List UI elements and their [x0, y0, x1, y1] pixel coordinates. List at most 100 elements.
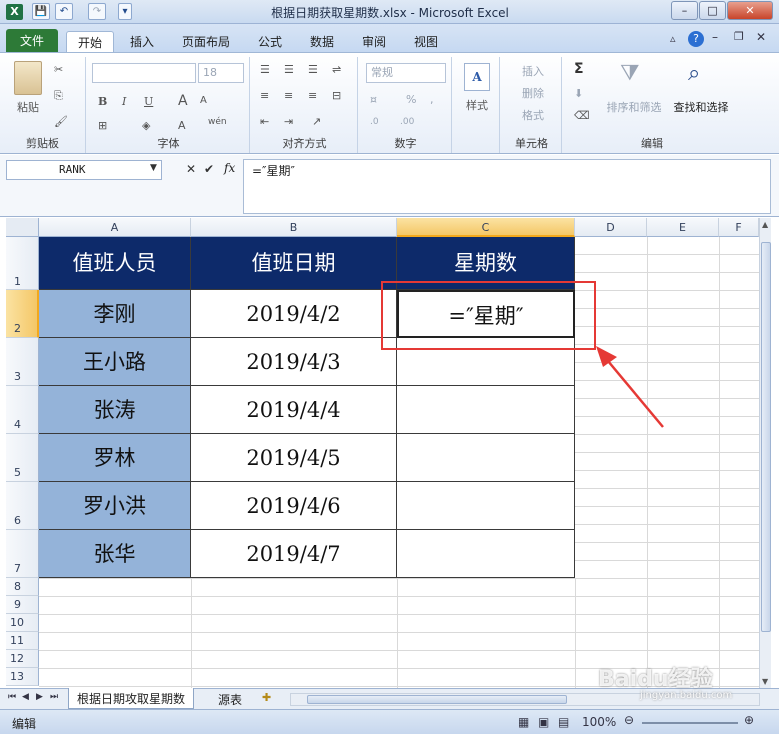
- underline-icon[interactable]: U: [144, 95, 153, 108]
- zoom-out-icon[interactable]: ⊖: [624, 713, 634, 727]
- name-box-dropdown-icon[interactable]: ▼: [150, 163, 157, 173]
- border-icon[interactable]: ⊞: [98, 119, 107, 132]
- weekday-cell[interactable]: [397, 386, 575, 434]
- phonetic-icon[interactable]: wén: [208, 117, 227, 127]
- sheet-tab-active[interactable]: 根据日期攻取星期数: [68, 688, 195, 709]
- header-cell-date[interactable]: 值班日期: [191, 237, 397, 290]
- sheet-nav-next-icon[interactable]: ▶: [36, 692, 43, 702]
- row-header[interactable]: 9: [6, 596, 39, 614]
- date-cell[interactable]: 2019/4/3: [191, 338, 397, 386]
- date-cell[interactable]: 2019/4/7: [191, 530, 397, 578]
- comma-icon[interactable]: ,: [430, 93, 434, 106]
- ribbon-collapse-icon[interactable]: ▵: [670, 32, 676, 45]
- undo-icon[interactable]: ↶: [55, 3, 73, 20]
- name-cell[interactable]: 张涛: [39, 386, 191, 434]
- increase-decimal-icon[interactable]: .0: [370, 117, 379, 127]
- bold-icon[interactable]: B: [98, 95, 107, 108]
- row-header[interactable]: 10: [6, 614, 39, 632]
- indent-decrease-icon[interactable]: ⇤: [260, 115, 269, 128]
- name-box[interactable]: RANK: [6, 160, 162, 180]
- vertical-scrollbar[interactable]: ▲ ▼: [759, 218, 771, 688]
- styles-button-label[interactable]: 样式: [456, 97, 498, 113]
- page-break-view-icon[interactable]: ▤: [558, 715, 569, 729]
- close-button[interactable]: ✕: [727, 1, 773, 20]
- font-name-combo[interactable]: [92, 63, 196, 83]
- weekday-cell[interactable]: [397, 434, 575, 482]
- date-cell[interactable]: 2019/4/5: [191, 434, 397, 482]
- sheet-nav-first-icon[interactable]: ⏮: [8, 692, 16, 702]
- date-cell[interactable]: 2019/4/4: [191, 386, 397, 434]
- indent-increase-icon[interactable]: ⇥: [284, 115, 293, 128]
- paste-icon[interactable]: [14, 61, 42, 95]
- workbook-close-icon[interactable]: ✕: [756, 30, 766, 44]
- scroll-up-icon[interactable]: ▲: [762, 220, 768, 229]
- row-header[interactable]: 12: [6, 650, 39, 668]
- tab-file[interactable]: 文件: [6, 29, 58, 53]
- tab-formulas[interactable]: 公式: [250, 31, 290, 53]
- italic-icon[interactable]: I: [122, 95, 126, 108]
- insert-function-icon[interactable]: fx: [224, 161, 235, 175]
- name-cell[interactable]: 罗小洪: [39, 482, 191, 530]
- row-header[interactable]: 8: [6, 578, 39, 596]
- tab-insert[interactable]: 插入: [120, 31, 164, 53]
- page-layout-view-icon[interactable]: ▣: [538, 715, 549, 729]
- format-cells-button[interactable]: 格式: [522, 107, 544, 123]
- shrink-font-icon[interactable]: A: [200, 95, 207, 106]
- scroll-thumb[interactable]: [761, 242, 771, 632]
- align-middle-icon[interactable]: ☰: [284, 63, 294, 76]
- row-header[interactable]: 11: [6, 632, 39, 650]
- name-cell[interactable]: 罗林: [39, 434, 191, 482]
- currency-icon[interactable]: ¤: [370, 93, 377, 106]
- column-header-a[interactable]: A: [39, 218, 191, 237]
- align-bottom-icon[interactable]: ☰: [308, 63, 318, 76]
- sort-filter-button[interactable]: 排序和筛选: [602, 99, 666, 115]
- fill-icon[interactable]: ⬇: [574, 87, 583, 100]
- normal-view-icon[interactable]: ▦: [518, 715, 529, 729]
- tab-data[interactable]: 数据: [300, 31, 344, 53]
- clear-icon[interactable]: ⌫: [574, 109, 590, 122]
- font-size-combo[interactable]: 18: [198, 63, 244, 83]
- workbook-restore-icon[interactable]: ❐: [734, 30, 744, 43]
- column-header-c[interactable]: C: [397, 218, 575, 237]
- column-header-e[interactable]: E: [647, 218, 719, 237]
- delete-cells-button[interactable]: 删除: [522, 85, 544, 101]
- minimize-button[interactable]: –: [671, 1, 698, 20]
- row-header[interactable]: 2: [6, 290, 39, 338]
- customize-toolbar-icon[interactable]: ▾: [118, 3, 132, 20]
- sheet-nav-last-icon[interactable]: ⏭: [50, 692, 58, 702]
- header-cell-staff[interactable]: 值班人员: [39, 237, 191, 290]
- name-cell[interactable]: 李刚: [39, 290, 191, 338]
- date-cell[interactable]: 2019/4/6: [191, 482, 397, 530]
- row-header[interactable]: 1: [6, 237, 39, 290]
- decrease-decimal-icon[interactable]: .00: [400, 117, 414, 127]
- tab-review[interactable]: 审阅: [352, 31, 396, 53]
- merge-icon[interactable]: ⊟: [332, 89, 341, 102]
- find-select-button[interactable]: 查找和选择: [668, 99, 734, 115]
- redo-icon[interactable]: ↷: [88, 3, 106, 20]
- tab-page-layout[interactable]: 页面布局: [172, 31, 240, 53]
- column-header-f[interactable]: F: [719, 218, 759, 237]
- row-header[interactable]: 3: [6, 338, 39, 386]
- insert-cells-button[interactable]: 插入: [522, 63, 544, 79]
- weekday-cell[interactable]: [397, 482, 575, 530]
- row-header[interactable]: 13: [6, 668, 39, 686]
- name-cell[interactable]: 王小路: [39, 338, 191, 386]
- paste-button-label[interactable]: 粘贴: [8, 99, 48, 115]
- zoom-in-icon[interactable]: ⊕: [744, 713, 754, 727]
- orientation-icon[interactable]: ↗: [312, 115, 321, 128]
- worksheet-grid[interactable]: A B C D E F 1 2 3 4 5 6 7 8 9 10 11 12 1…: [6, 218, 771, 688]
- autosum-icon[interactable]: Σ: [574, 61, 584, 77]
- number-format-combo[interactable]: 常规: [366, 63, 446, 83]
- tab-home[interactable]: 开始: [66, 31, 114, 53]
- formula-input[interactable]: =″星期″: [243, 159, 771, 214]
- sort-filter-icon[interactable]: ⧩: [620, 61, 640, 86]
- styles-icon[interactable]: A: [464, 63, 490, 91]
- date-cell[interactable]: 2019/4/2: [191, 290, 397, 338]
- zoom-slider[interactable]: [642, 722, 738, 724]
- column-header-b[interactable]: B: [191, 218, 397, 237]
- select-all-corner[interactable]: [6, 218, 39, 237]
- row-header[interactable]: 4: [6, 386, 39, 434]
- align-center-icon[interactable]: ≡: [284, 89, 293, 102]
- wrap-text-icon[interactable]: ⇌: [332, 63, 341, 76]
- percent-icon[interactable]: %: [406, 93, 416, 106]
